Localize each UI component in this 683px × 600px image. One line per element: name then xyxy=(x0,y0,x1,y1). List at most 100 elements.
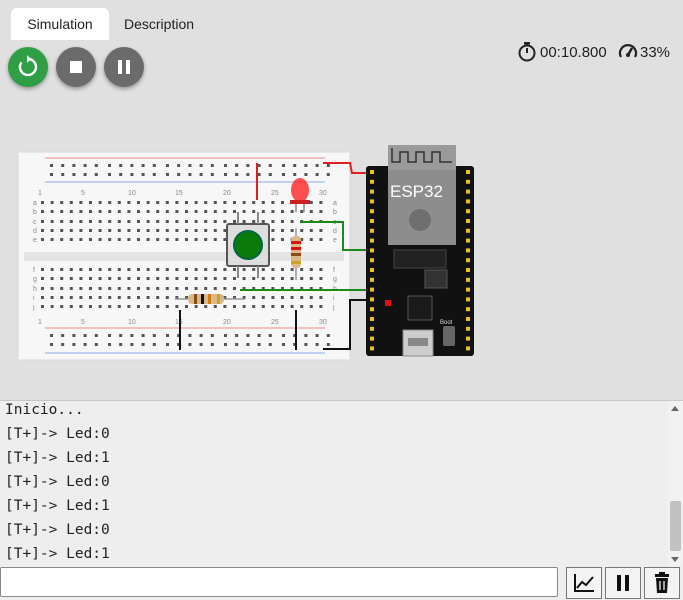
breadboard-hole xyxy=(290,210,294,213)
stop-button[interactable] xyxy=(56,47,96,87)
header-pin xyxy=(370,258,374,263)
circuit-canvas[interactable]: 1 5 10 15 20 25 30 1 5 10 15 20 25 30 a … xyxy=(0,140,683,365)
column-number: 30 xyxy=(319,190,327,197)
pause-button[interactable] xyxy=(104,47,144,87)
serial-pause-button[interactable] xyxy=(605,567,641,599)
breadboard-hole xyxy=(188,343,192,346)
breadboard-hole xyxy=(252,268,256,271)
breadboard-hole xyxy=(252,210,256,213)
tab-description[interactable]: Description xyxy=(116,8,202,40)
serial-monitor[interactable]: Inicio... [T+]-> Led:0 [T+]-> Led:1 [T+]… xyxy=(0,400,683,567)
tab-simulation[interactable]: Simulation xyxy=(11,8,109,40)
breadboard-hole xyxy=(293,173,297,176)
breadboard-hole xyxy=(89,201,92,204)
breadboard-hole xyxy=(130,173,134,176)
breadboard-hole xyxy=(69,305,73,308)
breadboard-hole xyxy=(165,268,169,271)
breadboard-hole xyxy=(41,210,44,213)
breadboard-hole xyxy=(89,277,92,280)
plotter-button[interactable] xyxy=(566,567,602,599)
breadboard-hole xyxy=(261,268,265,271)
breadboard-hole xyxy=(188,164,192,167)
serial-scrollbar[interactable] xyxy=(668,401,683,567)
breadboard-hole xyxy=(69,238,73,241)
breadboard-hole xyxy=(146,201,150,204)
breadboard-hole xyxy=(69,201,73,204)
breadboard-hole xyxy=(233,201,236,204)
header-pin xyxy=(370,268,374,272)
breadboard-hole xyxy=(146,277,150,280)
serial-input[interactable] xyxy=(0,567,558,597)
breadboard-hole xyxy=(224,164,227,167)
breadboard-hole xyxy=(146,238,150,241)
breadboard-hole xyxy=(60,229,64,232)
breadboard-hole xyxy=(156,287,160,290)
header-pin xyxy=(370,317,374,321)
breadboard-hole xyxy=(50,164,53,167)
breadboard-hole xyxy=(83,343,87,346)
restart-icon xyxy=(18,55,38,77)
serial-line: Inicio... xyxy=(5,402,84,418)
breadboard-hole xyxy=(152,343,156,346)
breadboard-hole xyxy=(117,305,121,308)
breadboard-hole xyxy=(185,268,188,271)
breadboard-hole xyxy=(79,287,83,290)
breadboard-hole xyxy=(309,296,313,299)
breadboard-hole xyxy=(146,287,150,290)
breadboard-hole xyxy=(127,238,131,241)
breadboard-hole xyxy=(89,238,92,241)
breadboard-hole xyxy=(119,334,123,337)
breadboard-hole xyxy=(108,343,111,346)
scroll-thumb[interactable] xyxy=(670,501,681,551)
breadboard-hole xyxy=(242,277,246,280)
breadboard-hole xyxy=(137,305,140,308)
breadboard-hole xyxy=(223,238,227,241)
header-pin xyxy=(370,179,374,184)
header-pin xyxy=(466,258,470,263)
breadboard-hole xyxy=(127,296,131,299)
header-pin xyxy=(466,248,470,253)
breadboard-hole xyxy=(117,210,121,213)
column-number: 1 xyxy=(38,319,42,326)
scroll-up-arrow-icon[interactable] xyxy=(671,406,679,411)
breadboard-hole xyxy=(210,173,214,176)
row-letter: d xyxy=(33,228,37,235)
breadboard-hole xyxy=(79,201,83,204)
breadboard-hole xyxy=(98,296,102,299)
row-letter: j xyxy=(332,304,335,311)
breadboard-hole xyxy=(224,334,227,337)
breadboard-hole xyxy=(108,210,112,213)
header-pin xyxy=(466,336,470,341)
column-number: 20 xyxy=(223,319,231,326)
row-letter: a xyxy=(333,200,337,207)
breadboard-hole xyxy=(137,277,140,280)
breadboard-hole xyxy=(233,305,236,308)
breadboard-hole xyxy=(326,164,330,167)
breadboard-hole xyxy=(213,277,217,280)
breadboard-hole xyxy=(61,343,65,346)
scroll-down-arrow-icon[interactable] xyxy=(671,557,679,562)
breadboard-hole xyxy=(281,268,284,271)
breadboard-hole xyxy=(60,268,64,271)
breadboard-hole xyxy=(210,164,214,167)
breadboard-hole xyxy=(185,305,188,308)
breadboard-hole xyxy=(152,334,156,337)
breadboard-hole xyxy=(165,296,169,299)
breadboard-hole xyxy=(271,229,275,232)
pause-icon xyxy=(118,60,130,74)
breadboard-hole xyxy=(50,220,54,223)
serial-line: [T+]-> Led:1 xyxy=(5,498,110,514)
restart-button[interactable] xyxy=(8,47,48,87)
breadboard-hole xyxy=(83,164,87,167)
breadboard-hole xyxy=(252,220,256,223)
header-pin xyxy=(466,199,470,204)
breadboard-hole xyxy=(309,201,313,204)
header-pin xyxy=(466,297,470,302)
breadboard-hole xyxy=(223,277,227,280)
breadboard-hole xyxy=(188,334,192,337)
breadboard-hole xyxy=(300,210,304,213)
breadboard-hole xyxy=(165,305,169,308)
esp32-board[interactable]: ESP32 Boot xyxy=(366,145,474,357)
clear-button[interactable] xyxy=(644,567,680,599)
breadboard-hole xyxy=(146,220,150,223)
